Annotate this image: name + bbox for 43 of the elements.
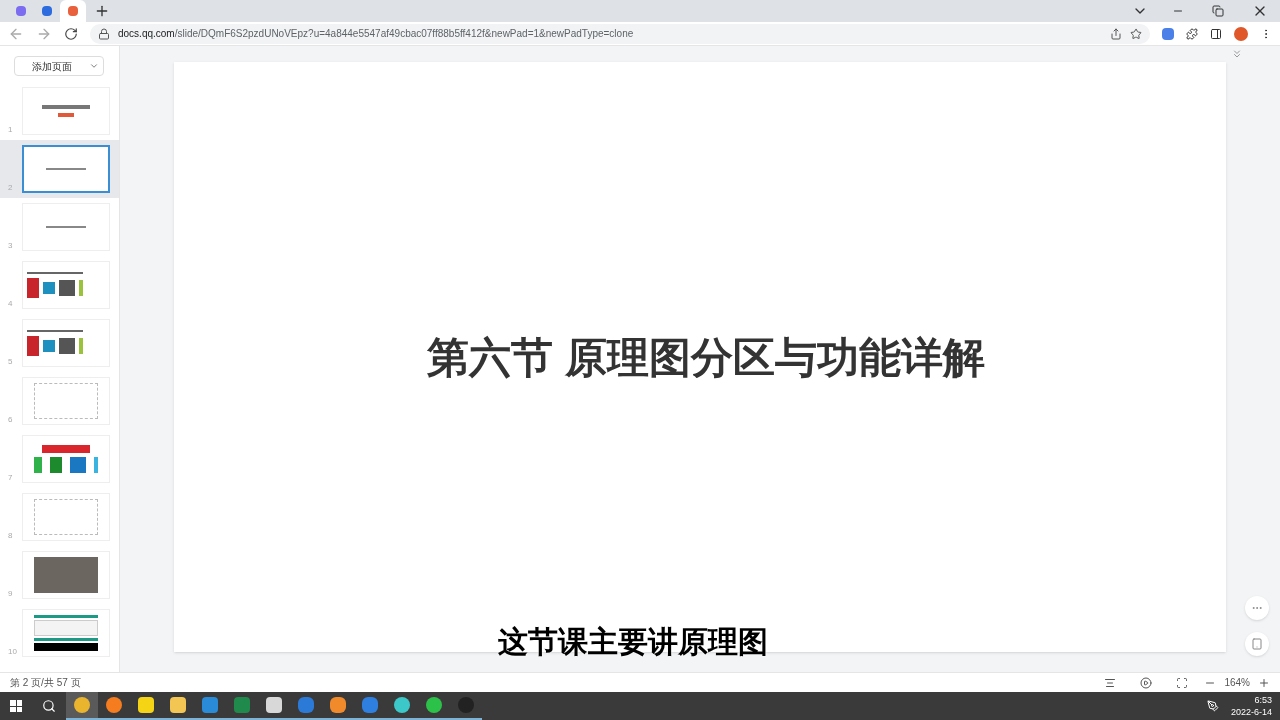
tab-favicon [68,6,78,16]
tab-favicon [16,6,26,16]
new-tab-icon[interactable] [94,3,110,19]
zoom-level: 164% [1224,676,1250,690]
page-indicator: 第 2 页/共 57 页 [10,676,81,690]
slide-number: 9 [8,588,14,600]
taskbar-app[interactable] [66,692,98,720]
collapse-icon[interactable] [1231,48,1243,60]
tablet-icon [1251,638,1263,650]
notes-icon[interactable] [1104,676,1117,689]
slide-number: 4 [8,298,14,310]
search-icon[interactable] [42,699,56,713]
slide-number: 6 [8,414,14,426]
slide-number: 10 [8,646,16,658]
pen-icon[interactable] [1206,700,1219,712]
slide-thumbnail[interactable] [22,145,110,193]
side-panel-icon[interactable] [1210,27,1222,40]
slide-title: 第六节 原理图分区与功能详解 [426,332,985,383]
extensions-icon[interactable] [1186,27,1198,40]
slide-number: 1 [8,124,14,136]
play-icon[interactable] [1140,676,1153,689]
reload-icon[interactable] [64,26,78,41]
slide-number: 3 [8,240,14,252]
clock-time: 6:53 [1254,694,1272,706]
url-domain: docs.qq.com [118,27,175,41]
lock-icon [98,27,110,40]
restore-icon[interactable] [1212,5,1224,17]
slide-number: 5 [8,356,14,368]
clock-date: 2022-6-14 [1230,706,1272,718]
caret-icon[interactable] [89,61,99,71]
share-icon[interactable] [1110,27,1122,40]
zoom-in-icon[interactable] [1258,676,1270,689]
add-page-button[interactable]: 添加页面 [14,56,104,76]
bookmark-icon[interactable] [1130,27,1142,40]
fit-screen-icon[interactable] [1176,676,1189,689]
address-bar[interactable]: docs.qq.com/slide/DQmF6S2pzdUNoVEpz?u=4a844e5547af49cbac07ff88b5ff412f&newPad=1&newPadType=clone [90,23,1150,44]
url-path: /slide/DQmF6S2pzdUNoVEpz?u=4a844e5547af49cbac07ff88b5ff412f&newPad=1&newPadType=clone [174,27,634,41]
profile-avatar[interactable] [1234,26,1248,41]
video-subtitle: 这节课主要讲原理图 [498,624,768,660]
tab-favicon [42,6,52,16]
slide-number: 7 [8,472,14,484]
windows-icon[interactable] [10,700,22,712]
slide-number: 8 [8,530,14,542]
